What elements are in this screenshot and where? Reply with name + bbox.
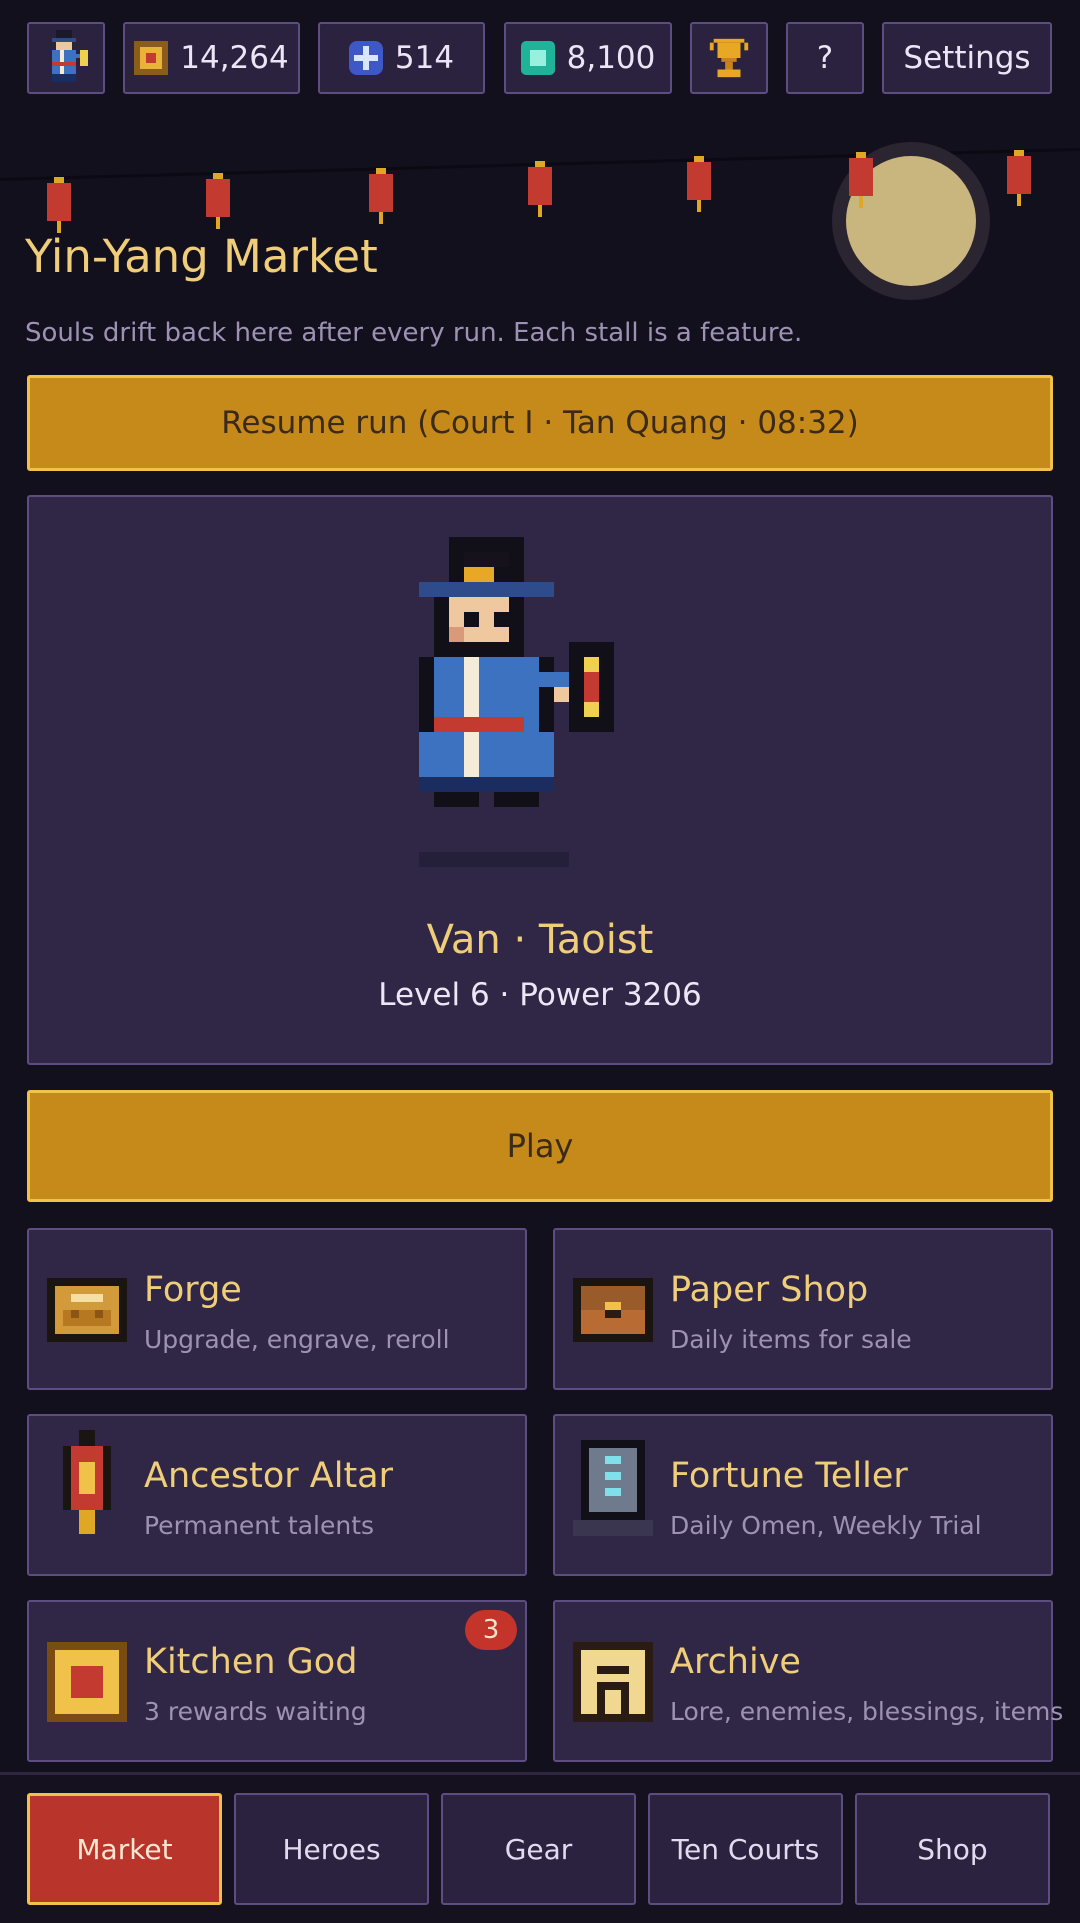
ancestor-altar-desc: Permanent talents — [144, 1511, 375, 1540]
lantern-icon — [687, 156, 711, 212]
resume-run-button[interactable]: Resume run (Court I · Tan Quang · 08:32) — [27, 375, 1053, 471]
gems-counter[interactable]: 514 — [318, 22, 485, 94]
nav-heroes[interactable]: Heroes — [234, 1793, 429, 1905]
settings-button[interactable]: Settings — [882, 22, 1052, 94]
rewards-badge: 3 — [465, 1610, 517, 1650]
paper-shop-label: Paper Shop — [670, 1270, 869, 1310]
trophy-icon — [709, 38, 749, 78]
lantern-icon — [63, 1430, 111, 1534]
gems-value: 514 — [394, 40, 455, 76]
nav-heroes-label: Heroes — [282, 1832, 381, 1866]
nav-shop[interactable]: Shop — [855, 1793, 1050, 1905]
forge-label: Forge — [144, 1270, 242, 1310]
page-subtitle: Souls drift back here after every run. E… — [25, 318, 803, 348]
archive-tile[interactable]: Archive Lore, enemies, blessings, items — [553, 1600, 1063, 1762]
lantern-icon — [369, 168, 393, 224]
lantern-icon — [47, 177, 71, 233]
archive-icon — [573, 1642, 653, 1722]
jade-icon — [520, 41, 555, 75]
lantern-icon — [849, 152, 873, 208]
fortune-teller-tile[interactable]: Fortune Teller Daily Omen, Weekly Trial — [553, 1414, 1053, 1576]
hero-stats: Level 6 · Power 3206 — [378, 977, 702, 1013]
jade-counter[interactable]: 8,100 — [504, 22, 672, 94]
help-button[interactable]: ? — [786, 22, 864, 94]
nav-ten-courts-label: Ten Courts — [671, 1832, 820, 1866]
archive-desc: Lore, enemies, blessings, items — [670, 1697, 1064, 1726]
nav-gear[interactable]: Gear — [441, 1793, 636, 1905]
chest-icon — [573, 1278, 653, 1342]
forge-tile[interactable]: Forge Upgrade, engrave, reroll — [27, 1228, 527, 1390]
coins-counter[interactable]: 14,264 — [123, 22, 300, 94]
top-bar: 14,264 514 8,100 ? Settings — [0, 0, 1080, 120]
resume-run-label: Resume run (Court I · Tan Quang · 08:32) — [221, 405, 859, 441]
hero-portrait-icon — [52, 30, 88, 82]
help-label: ? — [816, 40, 834, 76]
nav-gear-label: Gear — [504, 1832, 573, 1866]
nav-market-label: Market — [76, 1832, 173, 1866]
settings-label: Settings — [903, 40, 1031, 76]
bottom-nav: Market Heroes Gear Ten Courts Shop — [0, 1772, 1080, 1923]
coin-icon — [134, 41, 169, 75]
lantern-icon — [528, 161, 552, 217]
play-label: Play — [506, 1127, 574, 1165]
nav-market[interactable]: Market — [27, 1793, 222, 1905]
ancestor-altar-label: Ancestor Altar — [144, 1456, 394, 1496]
lantern-icon — [1007, 150, 1031, 206]
paper-shop-tile[interactable]: Paper Shop Daily items for sale — [553, 1228, 1053, 1390]
hero-card[interactable]: Van · Taoist Level 6 · Power 3206 — [27, 495, 1053, 1065]
ancestor-altar-tile[interactable]: Ancestor Altar Permanent talents — [27, 1414, 527, 1576]
kitchen-god-tile[interactable]: Kitchen God 3 rewards waiting 3 — [27, 1600, 527, 1762]
play-button[interactable]: Play — [27, 1090, 1053, 1202]
nav-ten-courts[interactable]: Ten Courts — [648, 1793, 843, 1905]
fortune-teller-desc: Daily Omen, Weekly Trial — [670, 1511, 982, 1540]
kitchen-god-desc: 3 rewards waiting — [144, 1697, 367, 1726]
paper-shop-desc: Daily items for sale — [670, 1325, 912, 1354]
archive-label: Archive — [670, 1642, 801, 1682]
lantern-icon — [206, 173, 230, 229]
coins-value: 14,264 — [180, 40, 289, 76]
avatar-button[interactable] — [27, 22, 105, 94]
gem-icon — [348, 41, 383, 75]
anvil-icon — [47, 1278, 127, 1342]
trophy-button[interactable] — [690, 22, 768, 94]
page-title: Yin-Yang Market — [25, 230, 378, 283]
hero-sprite — [419, 537, 614, 867]
tablet-icon — [573, 1440, 653, 1536]
forge-desc: Upgrade, engrave, reroll — [144, 1325, 450, 1354]
kitchen-god-label: Kitchen God — [144, 1642, 358, 1682]
hero-name: Van · Taoist — [426, 917, 654, 963]
nav-shop-label: Shop — [917, 1832, 988, 1866]
shrine-icon — [47, 1642, 127, 1722]
fortune-teller-label: Fortune Teller — [670, 1456, 908, 1496]
jade-value: 8,100 — [566, 40, 656, 76]
